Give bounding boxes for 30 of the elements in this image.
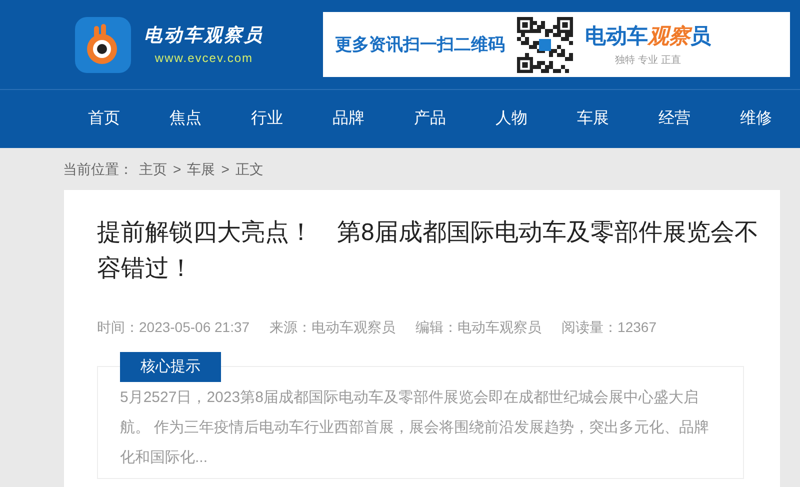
nav-link[interactable]: 品牌 (308, 107, 389, 131)
article-meta: 阅读量：12367 (562, 318, 656, 337)
nav-link[interactable]: 首页 (63, 107, 144, 131)
nav-link[interactable]: 人物 (470, 107, 552, 131)
nav-link[interactable]: 焦点 (144, 107, 226, 131)
logo-icon (74, 16, 132, 74)
nav-link[interactable]: 产品 (389, 107, 470, 131)
breadcrumb-link[interactable]: 主页 (139, 158, 167, 180)
site-url[interactable]: www.evcev.com (154, 49, 254, 67)
breadcrumb-link[interactable]: 车展 (187, 158, 216, 180)
nav-link[interactable]: 维修 (715, 107, 796, 131)
breadcrumb-separator: > (173, 160, 182, 178)
article-title: 提前解锁四大亮点！ 第8届成都国际电动车及零部件展览会不容错过！ (97, 218, 760, 284)
summary-text: 5月2527日，2023第8届成都国际电动车及零部件展览会即在成都世纪城会展中心盛大启航。 作为三年疫情后电动车行业西部首展，展会将围绕前沿发展趋势，突出多元化、品牌化和国际化... (120, 388, 710, 468)
nav-link[interactable]: 车展 (552, 107, 634, 131)
breadcrumb-separator: > (221, 160, 230, 178)
breadcrumb-label: 当前位置： (63, 160, 133, 178)
article-meta: 编辑：电动车观察员 (416, 318, 542, 337)
banner-tagline: 独特 专业 正直 (615, 54, 681, 68)
nav-link[interactable]: 行业 (226, 107, 308, 131)
site-name: 电动车观察员 (144, 24, 264, 47)
nav-link[interactable]: 经营 (634, 107, 715, 131)
article-meta: 时间：2023-05-06 21:37 (97, 318, 250, 337)
qr-code-icon (517, 16, 573, 72)
banner-ad[interactable]: 更多资讯扫一扫二维码 电动车观察员 独特 专业 正直 (323, 12, 790, 77)
summary-label: 核心提示 (120, 352, 221, 382)
article-meta: 来源：电动车观察员 (270, 318, 396, 337)
banner-brand: 电动车观察员 (585, 24, 711, 50)
breadcrumb-link[interactable]: 正文 (235, 158, 264, 180)
banner-slogan: 更多资讯扫一扫二维码 (335, 34, 505, 56)
